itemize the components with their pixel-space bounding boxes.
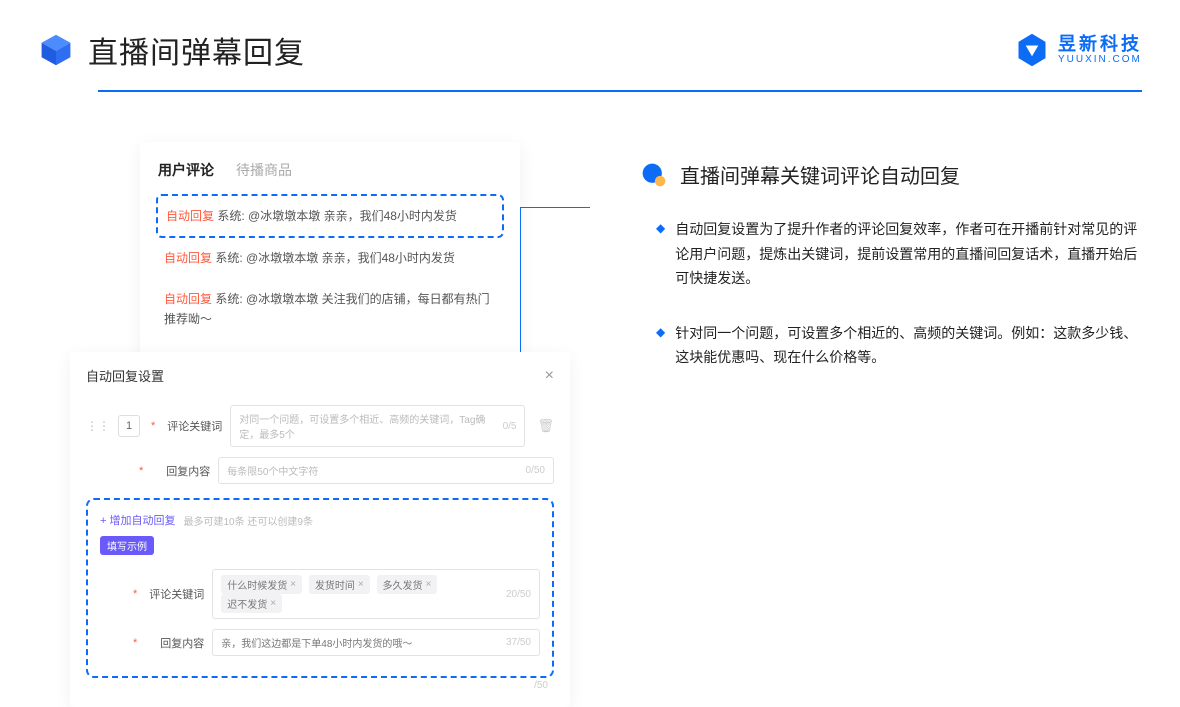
required-star: * (148, 420, 158, 432)
close-icon[interactable]: × (545, 367, 554, 385)
section-title: 直播间弹幕关键词评论自动回复 (680, 160, 960, 189)
bullet-text: 针对同一个问题，可设置多个相近的、高频的关键词。例如：这款多少钱、这块能优惠吗、… (675, 321, 1142, 370)
index-box: 1 (118, 415, 140, 437)
content: 用户评论 待播商品 自动回复 系统: @冰墩墩本墩 亲亲，我们48小时内发货 自… (0, 92, 1180, 400)
comment-list: 自动回复 系统: @冰墩墩本墩 亲亲，我们48小时内发货 自动回复 系统: @冰… (140, 194, 520, 340)
example-keyword-label: 评论关键词 (148, 586, 204, 602)
tag-remove-icon: × (426, 579, 432, 590)
example-keyword-input[interactable]: 什么时候发货× 发货时间× 多久发货× 迟不发货× 20/50 (212, 569, 540, 619)
bubble-icon (640, 161, 668, 189)
comment-item-highlight: 自动回复 系统: @冰墩墩本墩 亲亲，我们48小时内发货 (156, 194, 504, 238)
tab-user-comments[interactable]: 用户评论 (158, 160, 214, 180)
example-content-count: 37/50 (506, 637, 531, 648)
keyword-placeholder: 对同一个问题，可设置多个相近、高频的关键词，Tag确定，最多5个 (239, 411, 502, 441)
comment-prefix: 系统: (215, 292, 242, 306)
content-placeholder: 每条限50个中文字符 (227, 463, 318, 478)
diamond-icon: ◆ (656, 217, 665, 291)
example-content-input[interactable]: 亲，我们这边都是下单48小时内发货的哦～ 37/50 (212, 629, 540, 656)
add-auto-reply-link[interactable]: + 增加自动回复 (100, 512, 175, 528)
required-star: * (130, 637, 140, 649)
brand-text: 昱新科技 YUUXIN.COM (1058, 35, 1142, 66)
section-head: 直播间弹幕关键词评论自动回复 (640, 160, 1142, 189)
keyword-input[interactable]: 对同一个问题，可设置多个相近、高频的关键词，Tag确定，最多5个 0/5 (230, 405, 525, 447)
required-star: * (130, 588, 140, 600)
content-label: 回复内容 (154, 463, 210, 479)
bullet-item: ◆ 自动回复设置为了提升作者的评论回复效率，作者可在开播前针对常见的评论用户问题… (640, 217, 1142, 291)
content-row: * 回复内容 每条限50个中文字符 0/50 (86, 457, 554, 484)
drag-handle-icon[interactable]: ⋮⋮ (86, 419, 110, 433)
keyword-label: 评论关键词 (166, 418, 222, 434)
comment-card: 用户评论 待播商品 自动回复 系统: @冰墩墩本墩 亲亲，我们48小时内发货 自… (140, 142, 520, 366)
example-content-row: * 回复内容 亲，我们这边都是下单48小时内发货的哦～ 37/50 (100, 629, 540, 656)
example-kw-count: 20/50 (506, 589, 531, 600)
trash-icon[interactable]: 🗑 (533, 418, 554, 434)
tag-chip[interactable]: 什么时候发货× (221, 575, 302, 594)
auto-reply-tag: 自动回复 (164, 251, 212, 265)
brand-en: YUUXIN.COM (1058, 54, 1142, 65)
comment-prefix: 系统: (215, 251, 242, 265)
left-column: 用户评论 待播商品 自动回复 系统: @冰墩墩本墩 亲亲，我们48小时内发货 自… (70, 142, 570, 400)
tabs: 用户评论 待播商品 (140, 160, 520, 194)
bullet-item: ◆ 针对同一个问题，可设置多个相近的、高频的关键词。例如：这款多少钱、这块能优惠… (640, 321, 1142, 370)
keyword-row: ⋮⋮ 1 * 评论关键词 对同一个问题，可设置多个相近、高频的关键词，Tag确定… (86, 405, 554, 447)
tag-remove-icon: × (290, 579, 296, 590)
comment-prefix: 系统: (217, 209, 244, 223)
comment-item: 自动回复 系统: @冰墩墩本墩 亲亲，我们48小时内发货 (156, 238, 504, 278)
tab-pending-goods[interactable]: 待播商品 (236, 160, 292, 180)
comment-item: 自动回复 系统: @冰墩墩本墩 关注我们的店铺，每日都有热门推荐呦～ (156, 279, 504, 340)
page-title: 直播间弹幕回复 (88, 28, 305, 72)
tag-chip[interactable]: 迟不发货× (221, 594, 282, 613)
example-block: + 增加自动回复 最多可建10条 还可以创建9条 填写示例 * 评论关键词 什么… (86, 498, 554, 678)
example-keyword-row: * 评论关键词 什么时候发货× 发货时间× 多久发货× 迟不发货× 20/50 (100, 569, 540, 619)
example-tags-wrap: 什么时候发货× 发货时间× 多久发货× 迟不发货× (221, 575, 506, 613)
bullet-text: 自动回复设置为了提升作者的评论回复效率，作者可在开播前针对常见的评论用户问题，提… (675, 217, 1142, 291)
content-input[interactable]: 每条限50个中文字符 0/50 (218, 457, 554, 484)
tag-chip[interactable]: 多久发货× (377, 575, 438, 594)
brand: 昱新科技 YUUXIN.COM (1014, 32, 1142, 68)
comment-text: @冰墩墩本墩 亲亲，我们48小时内发货 (248, 209, 457, 223)
slide-header: 直播间弹幕回复 昱新科技 YUUXIN.COM (0, 0, 1180, 82)
example-content-value: 亲，我们这边都是下单48小时内发货的哦～ (221, 635, 412, 650)
auto-reply-tag: 自动回复 (164, 292, 212, 306)
comment-text: @冰墩墩本墩 亲亲，我们48小时内发货 (246, 251, 455, 265)
right-column: 直播间弹幕关键词评论自动回复 ◆ 自动回复设置为了提升作者的评论回复效率，作者可… (610, 142, 1142, 400)
tag-remove-icon: × (270, 598, 276, 609)
tag-remove-icon: × (358, 579, 364, 590)
example-content-label: 回复内容 (148, 635, 204, 651)
brand-cn: 昱新科技 (1058, 35, 1142, 55)
outer-count: /50 (86, 678, 554, 691)
keyword-count: 0/5 (503, 421, 517, 432)
cube-icon (38, 32, 74, 68)
settings-title: 自动回复设置 (86, 366, 164, 385)
diamond-icon: ◆ (656, 321, 665, 370)
settings-card: 自动回复设置 × ⋮⋮ 1 * 评论关键词 对同一个问题，可设置多个相近、高频的… (70, 352, 570, 707)
header-left: 直播间弹幕回复 (38, 28, 305, 72)
required-star: * (136, 465, 146, 477)
connector-line (520, 207, 590, 208)
add-hint: 最多可建10条 还可以创建9条 (183, 513, 312, 528)
brand-logo-icon (1014, 32, 1050, 68)
example-badge: 填写示例 (100, 536, 154, 555)
auto-reply-tag: 自动回复 (166, 209, 214, 223)
content-count: 0/50 (526, 465, 545, 476)
tag-chip[interactable]: 发货时间× (309, 575, 370, 594)
settings-title-row: 自动回复设置 × (86, 366, 554, 395)
comment-text: @冰墩墩本墩 关注我们的店铺，每日都有热门推荐呦～ (164, 292, 490, 326)
